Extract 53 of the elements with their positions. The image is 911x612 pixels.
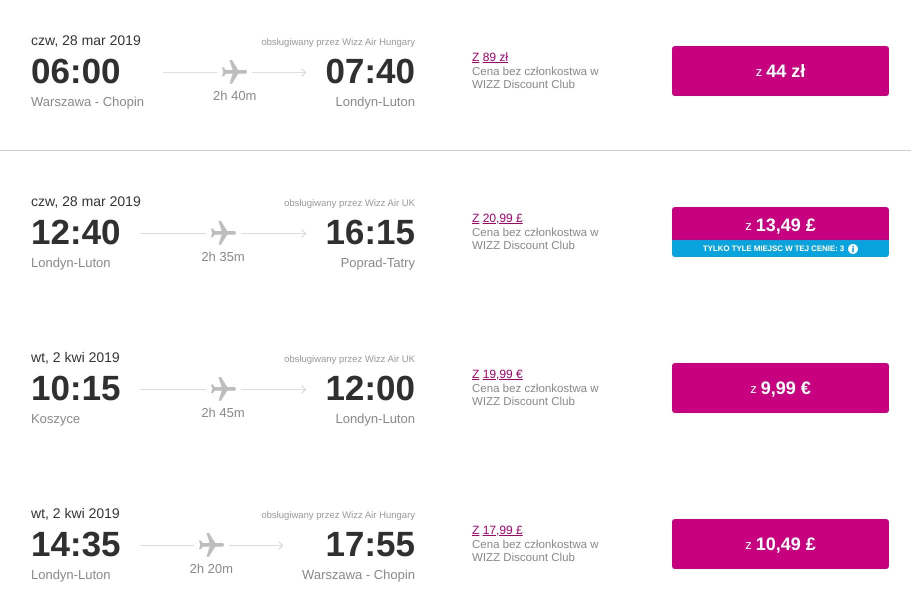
seats-left-text: TYLKO TYLE MIEJSC W TEJ CENIE: 3	[702, 244, 844, 253]
route-arrow	[252, 68, 306, 76]
arrival-airport: Poprad-Tatry	[340, 254, 415, 272]
plane-icon	[222, 60, 248, 84]
plane-icon	[198, 533, 224, 557]
fare-button[interactable]: z 13,49 £	[672, 207, 889, 240]
regular-price-link[interactable]: Z 20,99 £	[472, 211, 523, 226]
departure-airport: Londyn-Luton	[31, 566, 112, 584]
flight-date: wt, 2 kwi 2019	[31, 504, 120, 522]
fare-button[interactable]: z 44 zł	[672, 46, 889, 96]
route-line	[140, 388, 206, 390]
operator-text: obsługiwany przez Wizz Air UK	[284, 353, 415, 367]
arrival-time: 17:55	[325, 525, 415, 565]
arrival-time: 16:15	[325, 213, 415, 253]
fare-button[interactable]: z 9,99 €	[672, 363, 889, 413]
departure-airport: Warszawa - Chopin	[31, 93, 144, 111]
departure-time: 14:35	[31, 525, 121, 565]
flight-duration: 2h 20m	[190, 560, 233, 578]
operator-text: obsługiwany przez Wizz Air UK	[284, 197, 415, 211]
route-arrow	[240, 384, 306, 394]
route-line	[140, 544, 194, 546]
route-line	[140, 232, 206, 234]
route-arrow	[240, 228, 306, 238]
plane-icon	[210, 221, 236, 245]
plane-icon	[210, 377, 236, 401]
operator-text: obsługiwany przez Wizz Air Hungary	[261, 509, 415, 523]
flight-duration: 2h 35m	[201, 248, 245, 266]
departure-time: 12:40	[31, 213, 121, 253]
regular-price-link[interactable]: Z 89 zł	[472, 50, 508, 65]
fare-button[interactable]: z 10,49 £	[672, 519, 889, 569]
departure-airport: Koszyce	[31, 410, 82, 428]
price-note: Cena bez członkostwa w WIZZ Discount Club	[472, 539, 600, 565]
price-note: Cena bez członkostwa w WIZZ Discount Club	[472, 227, 600, 253]
regular-price-link[interactable]: Z 19,99 €	[472, 367, 523, 382]
arrival-airport: Londyn-Luton	[335, 93, 415, 111]
arrival-time: 07:40	[325, 52, 415, 92]
info-icon[interactable]	[848, 244, 858, 254]
flight-date: czw, 28 mar 2019	[31, 31, 141, 49]
departure-airport: Londyn-Luton	[31, 254, 112, 272]
flight-duration: 2h 45m	[201, 404, 245, 422]
route-arrow	[228, 540, 284, 550]
price-note: Cena bez członkostwa w WIZZ Discount Club	[472, 66, 600, 92]
flight-date: czw, 28 mar 2019	[31, 192, 141, 210]
arrival-airport: Warszawa - Chopin	[302, 566, 415, 584]
flight-duration: 2h 40m	[213, 87, 256, 105]
operator-text: obsługiwany przez Wizz Air Hungary	[261, 36, 415, 50]
departure-time: 10:15	[31, 369, 121, 409]
arrival-airport: Londyn-Luton	[335, 410, 415, 428]
regular-price-link[interactable]: Z 17,99 £	[472, 523, 523, 538]
price-note: Cena bez członkostwa w WIZZ Discount Club	[472, 383, 600, 409]
departure-time: 06:00	[31, 52, 122, 92]
flight-date: wt, 2 kwi 2019	[31, 348, 120, 366]
arrival-time: 12:00	[325, 369, 415, 409]
